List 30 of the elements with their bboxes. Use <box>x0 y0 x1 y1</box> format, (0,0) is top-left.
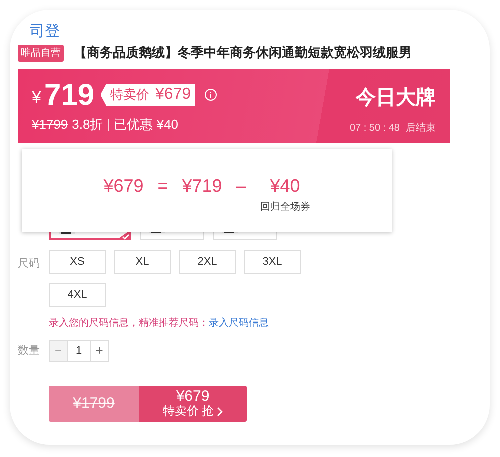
minus-sign: – <box>236 175 246 198</box>
product-title: 【商务品质鹅绒】冬季中年商务休闲通勤短款宽松羽绒服男 <box>74 44 412 62</box>
size-option[interactable]: XL <box>114 250 171 274</box>
info-icon[interactable] <box>205 89 218 101</box>
link-text[interactable]: 司登 <box>30 23 60 40</box>
discount-text: 3.8折 <box>72 116 104 134</box>
special-price-tag: 特卖价 ¥679 <box>100 84 196 106</box>
field-label: 数量 <box>18 344 41 359</box>
equals-sign: = <box>158 175 168 198</box>
promo-title: 今日大牌 <box>356 86 436 111</box>
final-price: ¥679 <box>104 175 144 198</box>
coupon-label: 回归全场券 <box>260 200 310 215</box>
size-option[interactable]: 2XL <box>179 250 236 274</box>
size-tip-text: 录入您的尺码信息，精准推荐尺码： <box>49 318 209 329</box>
price-text: 719 <box>44 78 95 114</box>
original-price: ¥1799 <box>32 116 68 134</box>
chevron-right-icon <box>217 406 224 416</box>
size-option[interactable]: XS <box>49 250 106 274</box>
field-label: 尺码 <box>18 257 41 272</box>
size-option[interactable]: 3XL <box>244 250 301 274</box>
saved-text: 已优惠 ¥40 <box>114 116 179 134</box>
currency-symbol: ¥ <box>32 87 42 110</box>
coupon-amount: ¥40 <box>270 175 300 198</box>
price-text: ¥719 <box>182 175 222 198</box>
buy-button[interactable]: ¥679 特卖价 抢 <box>139 386 247 422</box>
store-badge: 唯品自营 <box>18 44 64 62</box>
countdown-label: 后结束 <box>406 122 436 136</box>
countdown-timer: 07 : 50 : 48 <box>350 122 400 136</box>
size-option[interactable]: 4XL <box>49 283 106 307</box>
size-info-link[interactable]: 录入尺码信息 <box>209 318 269 329</box>
